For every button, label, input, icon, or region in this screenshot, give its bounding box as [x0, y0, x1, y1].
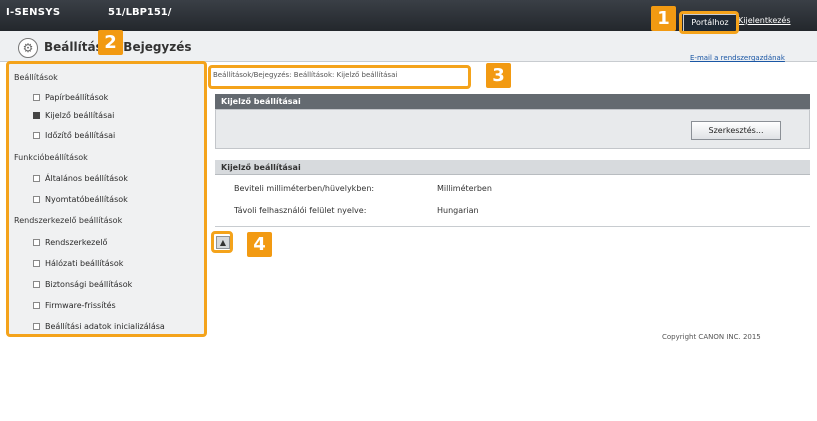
callout-highlight-1: [679, 11, 739, 34]
callout-highlight-3: [208, 65, 471, 89]
section-title: Kijelző beállításai: [215, 160, 810, 175]
callout-badge-4: 4: [247, 232, 272, 257]
edit-button[interactable]: Szerkesztés...: [691, 121, 781, 140]
callout-highlight-4: [211, 231, 233, 253]
panel-header: Kijelző beállításai: [215, 94, 810, 109]
model-label: 51/LBP151/: [108, 7, 172, 18]
logout-link[interactable]: Kijelentkezés: [738, 16, 791, 25]
row-label: Távoli felhasználói felület nyelve:: [234, 206, 367, 215]
row-label: Beviteli milliméterben/hüvelykben:: [234, 184, 375, 193]
row-value: Milliméterben: [437, 184, 492, 193]
divider: [215, 226, 810, 227]
callout-badge-3: 3: [486, 63, 511, 88]
email-admin-link[interactable]: E-mail a rendszergazdának: [690, 54, 785, 62]
callout-badge-1: 1: [651, 6, 676, 31]
brand-label: I-SENSYS: [6, 7, 61, 18]
row-value: Hungarian: [437, 206, 479, 215]
callout-badge-2: 2: [98, 30, 123, 55]
callout-highlight-2: [6, 61, 207, 337]
copyright-text: Copyright CANON INC. 2015: [662, 333, 761, 341]
settings-icon: ⚙: [18, 38, 38, 58]
